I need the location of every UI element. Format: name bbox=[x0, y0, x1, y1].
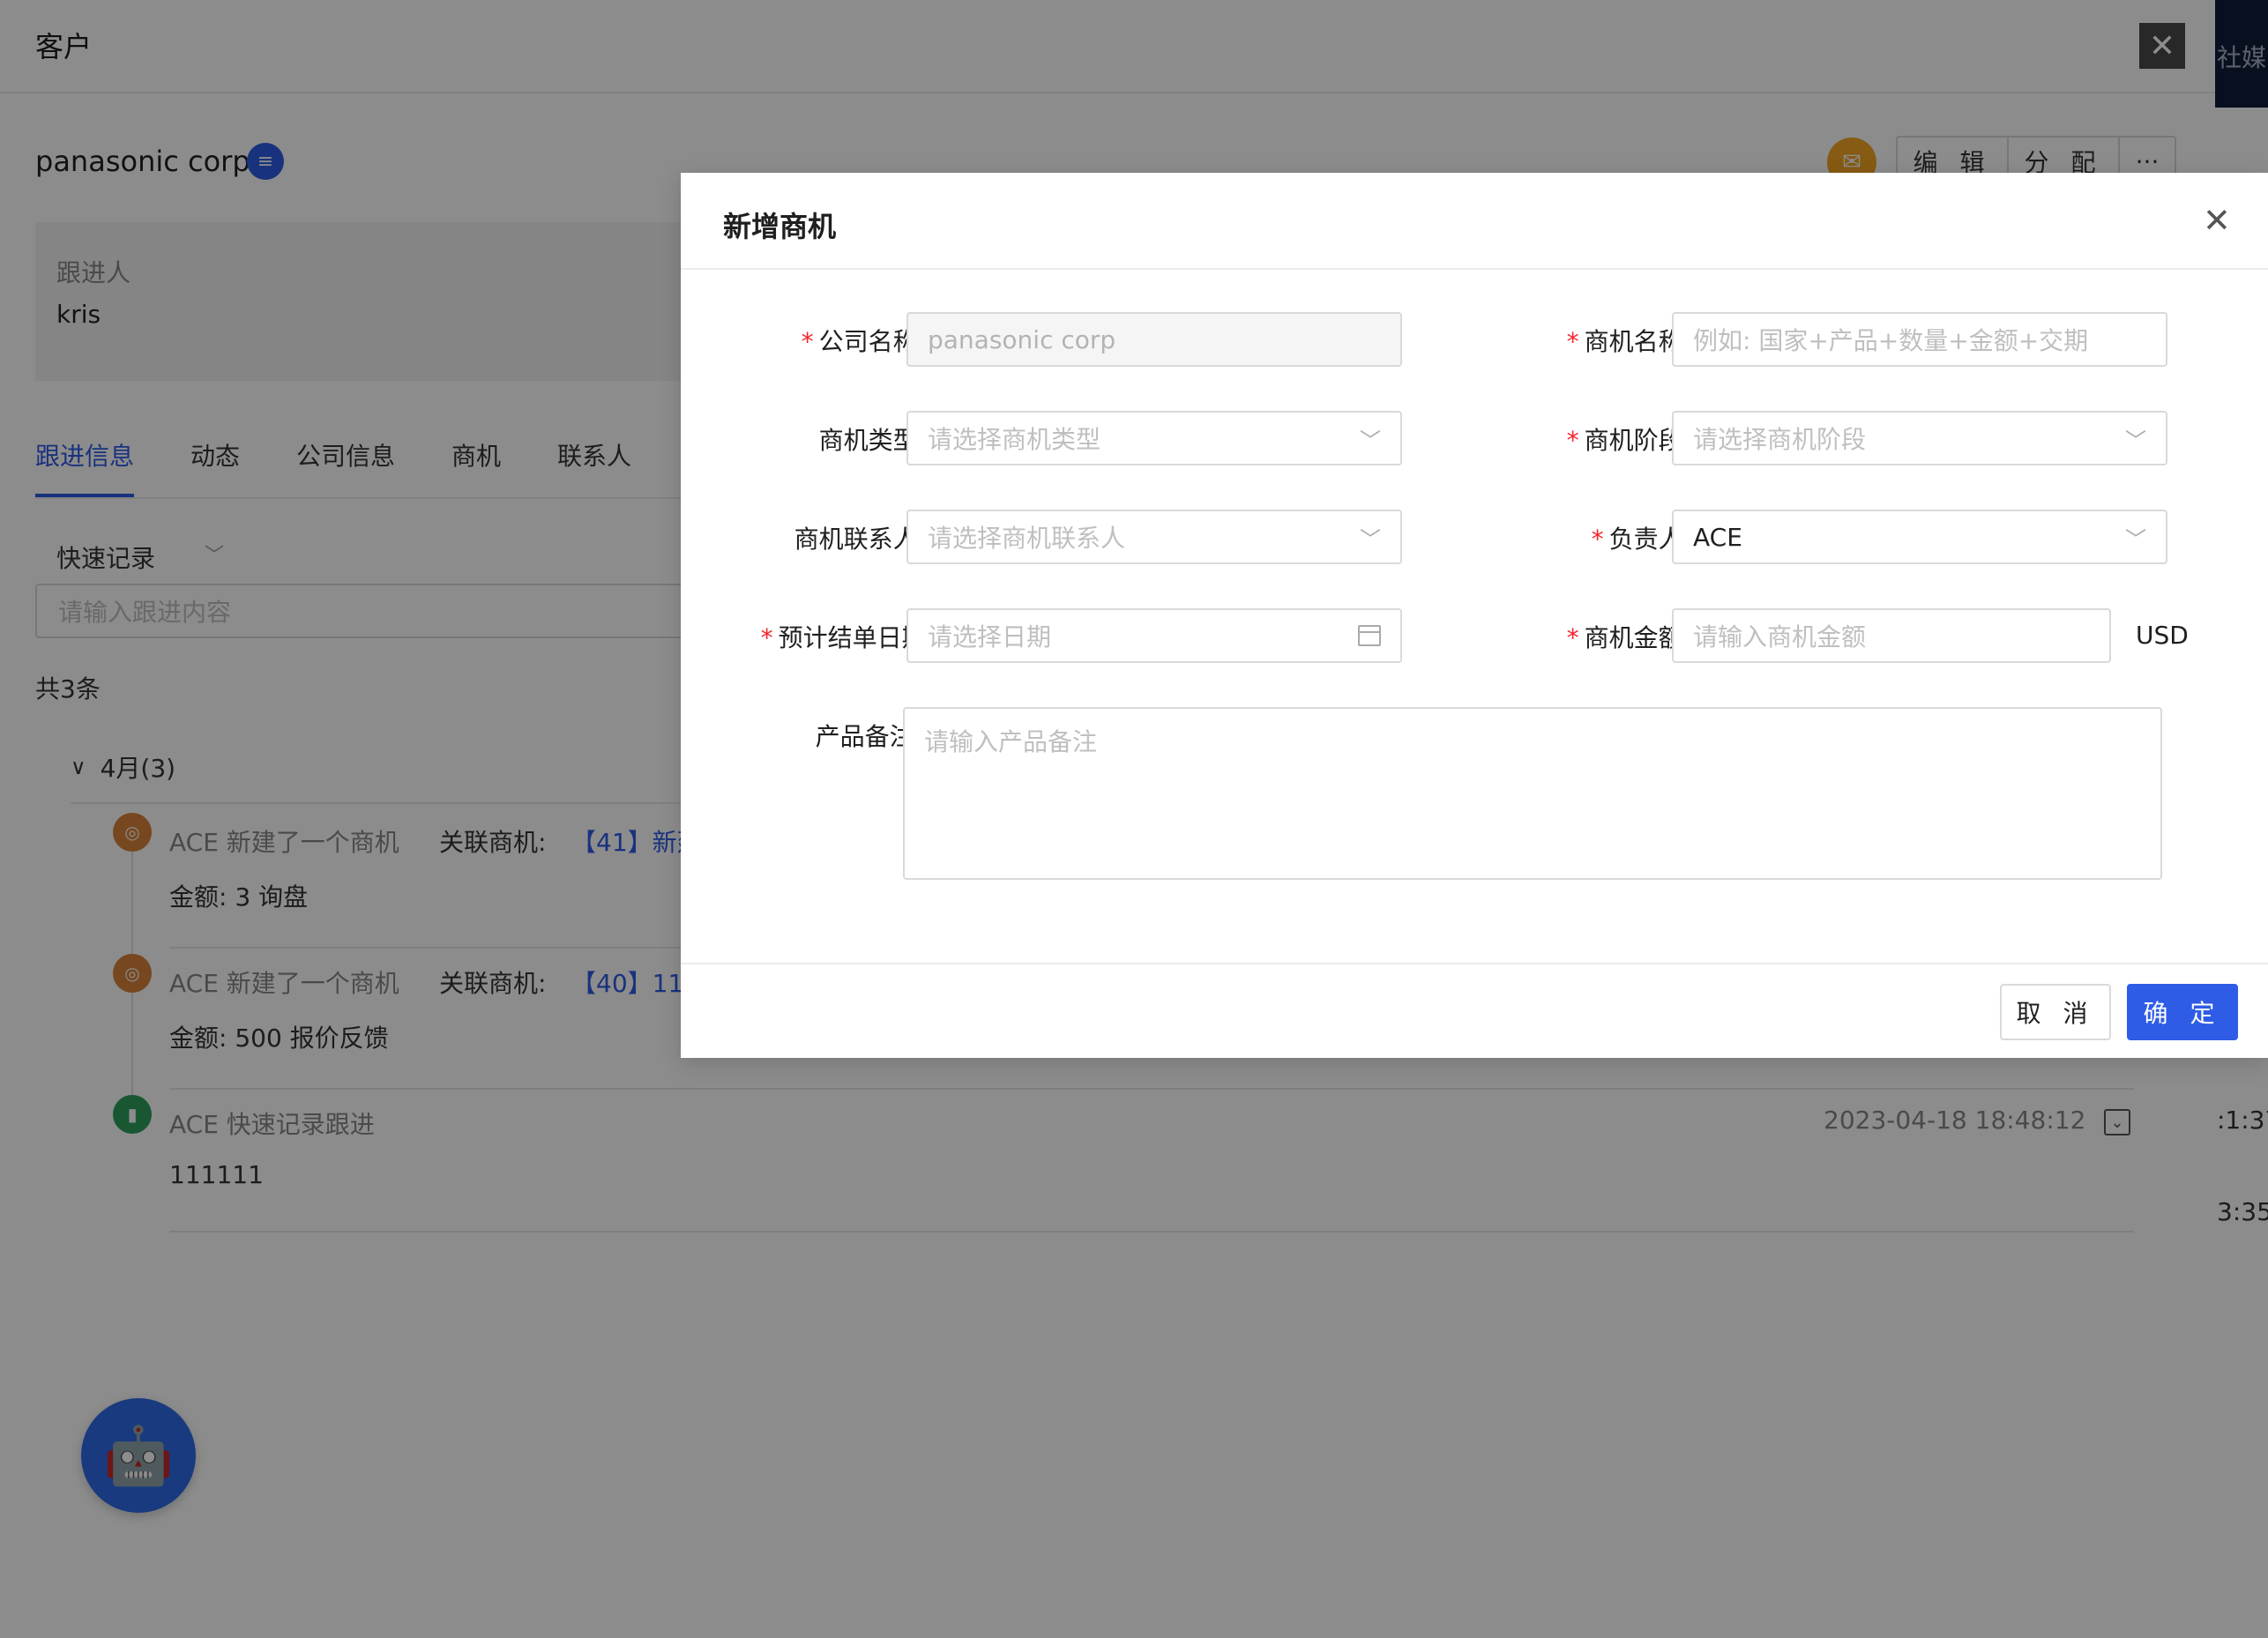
chevron-down-icon: ﹀ bbox=[1360, 526, 1381, 552]
required-mark: * bbox=[760, 623, 773, 652]
product-note-textarea[interactable]: 请输入产品备注 bbox=[903, 707, 2162, 880]
opportunity-stage-label: * 商机阶段: bbox=[1566, 426, 1691, 455]
modal-title: 新增商机 bbox=[723, 210, 837, 243]
required-mark: * bbox=[801, 327, 814, 356]
calendar-icon bbox=[1358, 625, 1381, 646]
divider bbox=[681, 963, 2268, 964]
required-mark: * bbox=[1566, 426, 1579, 455]
required-mark: * bbox=[1566, 623, 1579, 652]
chevron-down-icon: ﹀ bbox=[1360, 428, 1381, 453]
required-mark: * bbox=[1566, 327, 1579, 356]
chevron-down-icon: ﹀ bbox=[2125, 428, 2146, 453]
amount-label: * 商机金额: bbox=[1566, 623, 1691, 652]
close-icon: ✕ bbox=[2203, 201, 2231, 240]
confirm-button[interactable]: 确 定 bbox=[2127, 984, 2238, 1040]
close-date-label: * 预计结单日期: bbox=[760, 623, 935, 652]
owner-select[interactable]: ACE ﹀ bbox=[1672, 510, 2167, 564]
close-date-picker[interactable]: 请选择日期 bbox=[906, 608, 1402, 663]
opportunity-stage-select[interactable]: 请选择商机阶段 ﹀ bbox=[1672, 411, 2167, 465]
opportunity-type-label: 商机类型: bbox=[818, 426, 926, 455]
opportunity-contact-select[interactable]: 请选择商机联系人 ﹀ bbox=[906, 510, 1402, 564]
opportunity-name-label: * 商机名称: bbox=[1566, 327, 1691, 356]
company-name-label: * 公司名称: bbox=[801, 327, 926, 356]
divider bbox=[681, 268, 2268, 270]
opportunity-contact-label: 商机联系人: bbox=[794, 525, 926, 554]
currency-label: USD bbox=[2136, 621, 2189, 650]
amount-input[interactable]: 请输入商机金额 bbox=[1672, 608, 2111, 663]
modal-close-button[interactable]: ✕ bbox=[2203, 201, 2231, 240]
product-note-label: 产品备注: bbox=[815, 722, 922, 751]
cancel-button[interactable]: 取 消 bbox=[2000, 984, 2111, 1040]
company-name-field: panasonic corp bbox=[906, 312, 1402, 367]
owner-label: * 负责人: bbox=[1591, 525, 1691, 554]
opportunity-type-select[interactable]: 请选择商机类型 ﹀ bbox=[906, 411, 1402, 465]
add-opportunity-modal: 新增商机 ✕ * 公司名称: panasonic corp * 商机名称: 例如: … bbox=[681, 173, 2268, 1058]
opportunity-name-input[interactable]: 例如: 国家+产品+数量+金额+交期 bbox=[1672, 312, 2167, 367]
required-mark: * bbox=[1591, 525, 1604, 554]
chevron-down-icon: ﹀ bbox=[2125, 526, 2146, 552]
